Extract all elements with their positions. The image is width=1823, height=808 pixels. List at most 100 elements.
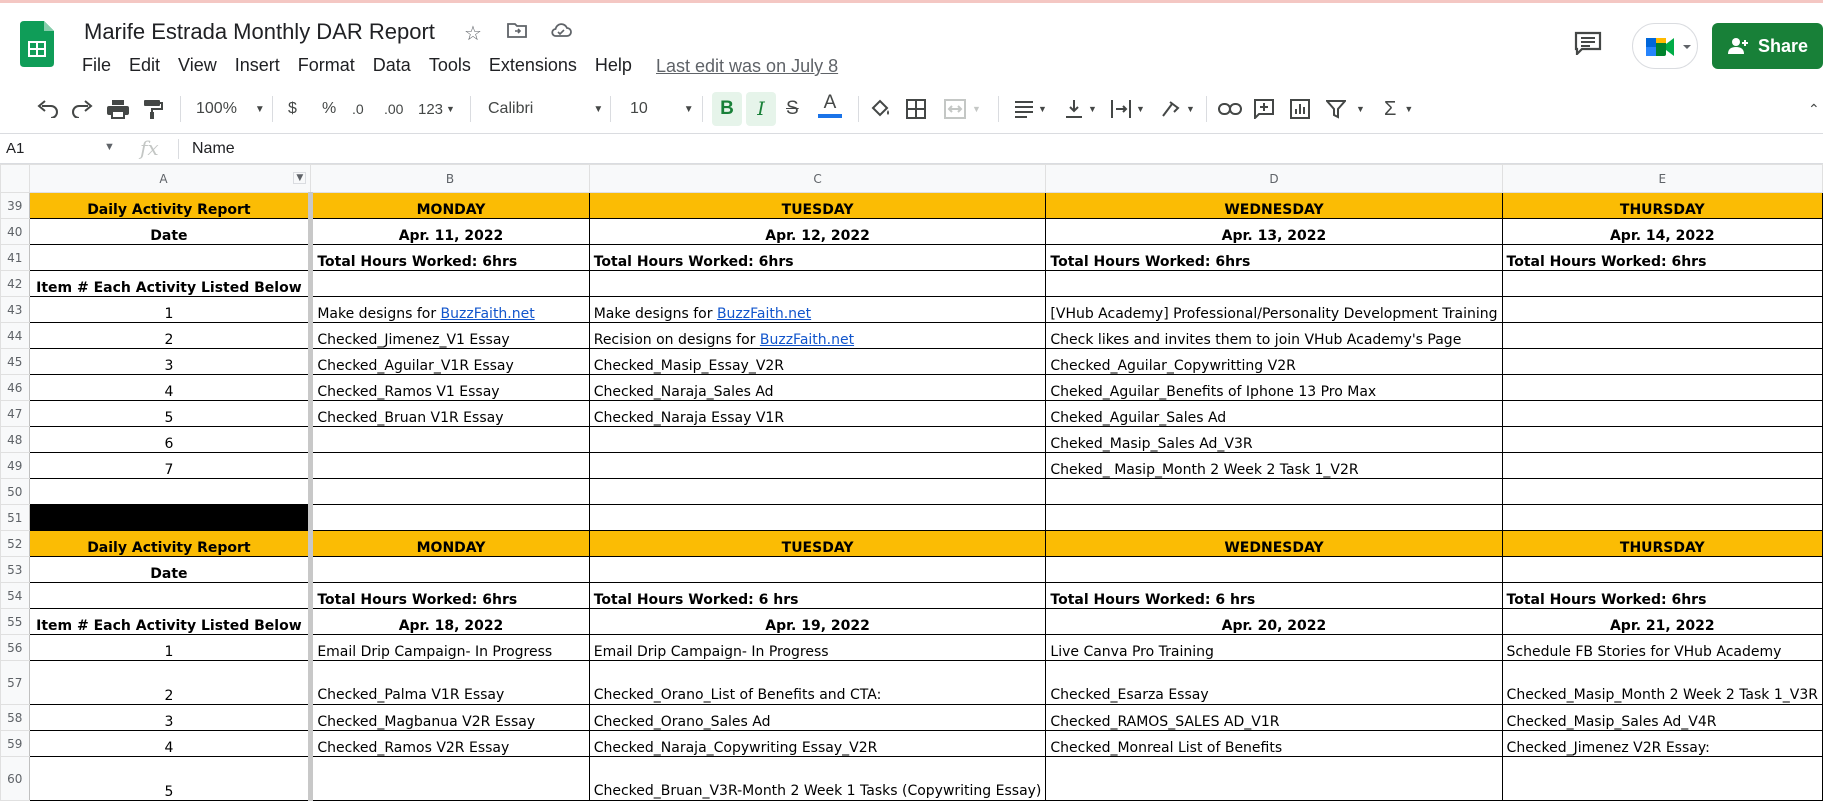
cell-e[interactable]: Apr. 14, 2022: [1501, 218, 1823, 245]
insert-chart-icon[interactable]: [1290, 97, 1310, 121]
cell-c[interactable]: TUESDAY: [588, 530, 1047, 557]
cell-b[interactable]: [310, 452, 590, 479]
cell-b[interactable]: [310, 270, 590, 297]
cell-e[interactable]: [1501, 374, 1823, 401]
menu-extensions[interactable]: Extensions: [480, 55, 586, 76]
cell-c[interactable]: [588, 478, 1047, 505]
cell-c[interactable]: Checked_Masip_Essay_V2R: [588, 348, 1047, 375]
column-header-c[interactable]: C: [588, 164, 1047, 193]
text-color-button[interactable]: A: [818, 92, 842, 124]
cell-e[interactable]: Schedule FB Stories for VHub Academy: [1501, 634, 1823, 661]
fill-color-icon[interactable]: [870, 97, 892, 121]
cell-d[interactable]: Checked_Esarza Essay: [1045, 660, 1503, 705]
row-header[interactable]: 40: [0, 218, 30, 245]
row-header[interactable]: 58: [0, 704, 30, 731]
row-header[interactable]: 50: [0, 478, 30, 505]
chevron-down-icon[interactable]: ▼: [104, 141, 115, 153]
row-header[interactable]: 47: [0, 400, 30, 427]
cell-a[interactable]: Daily Activity Report: [28, 530, 314, 557]
cell-d[interactable]: Cheked_Masip_Sales Ad_V3R: [1045, 426, 1503, 453]
row-header[interactable]: 60: [0, 756, 30, 801]
column-header-e[interactable]: E: [1501, 164, 1823, 193]
cell-a[interactable]: 2: [28, 322, 314, 349]
cell-a[interactable]: 6: [28, 426, 314, 453]
cell-c[interactable]: [588, 452, 1047, 479]
cell-e[interactable]: [1501, 270, 1823, 297]
increase-decimal-button[interactable]: .00: [384, 97, 403, 121]
cell-a[interactable]: 3: [28, 348, 314, 375]
cell-c[interactable]: Total Hours Worked: 6hrs: [588, 244, 1047, 271]
cell-d[interactable]: Cheked_Aguilar_Benefits of Iphone 13 Pro…: [1045, 374, 1503, 401]
currency-format-button[interactable]: $: [288, 97, 297, 121]
document-title[interactable]: Marife Estrada Monthly DAR Report: [84, 19, 435, 45]
italic-button[interactable]: I: [746, 92, 776, 126]
cell-b[interactable]: MONDAY: [310, 530, 590, 557]
cell-d[interactable]: Checked_Monreal List of Benefits: [1045, 730, 1503, 757]
cell-a[interactable]: 1: [28, 296, 314, 323]
insert-comment-icon[interactable]: [1254, 97, 1274, 121]
cell-c[interactable]: Checked_Naraja_Sales Ad: [588, 374, 1047, 401]
cell-c[interactable]: Checked_Naraja_Copywriting Essay_V2R: [588, 730, 1047, 757]
cell-b[interactable]: Apr. 18, 2022: [310, 608, 590, 635]
cell-a[interactable]: 4: [28, 374, 314, 401]
insert-link-icon[interactable]: [1218, 97, 1242, 121]
cell-c[interactable]: [588, 426, 1047, 453]
cell-c[interactable]: Email Drip Campaign- In Progress: [588, 634, 1047, 661]
cell-a[interactable]: Item # Each Activity Listed Below: [28, 270, 314, 297]
cell-e[interactable]: Checked_Jimenez V2R Essay:: [1501, 730, 1823, 757]
cell-c[interactable]: Checked_Naraja Essay V1R: [588, 400, 1047, 427]
cell-a[interactable]: 5: [28, 756, 314, 801]
filter-icon[interactable]: ▼: [1326, 97, 1365, 121]
row-header[interactable]: 55: [0, 608, 30, 635]
cell-e[interactable]: Checked_Masip_Sales Ad_V4R: [1501, 704, 1823, 731]
row-header[interactable]: 39: [0, 192, 30, 219]
formula-input[interactable]: Name: [192, 140, 235, 158]
menu-tools[interactable]: Tools: [420, 55, 480, 76]
menu-format[interactable]: Format: [289, 55, 364, 76]
cell-d[interactable]: Live Canva Pro Training: [1045, 634, 1503, 661]
row-header[interactable]: 57: [0, 660, 30, 705]
cell-a[interactable]: Daily Activity Report: [28, 192, 314, 219]
cell-b[interactable]: [310, 504, 590, 531]
row-header[interactable]: 53: [0, 556, 30, 583]
cell-a[interactable]: [28, 244, 314, 271]
row-header[interactable]: 41: [0, 244, 30, 271]
cell-a[interactable]: WEEK 4: [28, 504, 314, 531]
row-header[interactable]: 51: [0, 504, 30, 531]
menu-file[interactable]: File: [82, 55, 120, 76]
cell-d[interactable]: Total Hours Worked: 6 hrs: [1045, 582, 1503, 609]
cell-c[interactable]: Checked_Orano_Sales Ad: [588, 704, 1047, 731]
cell-e[interactable]: [1501, 556, 1823, 583]
row-header[interactable]: 42: [0, 270, 30, 297]
cell-b[interactable]: Checked_Palma V1R Essay: [310, 660, 590, 705]
cell-a[interactable]: 1: [28, 634, 314, 661]
move-folder-icon[interactable]: [506, 21, 528, 46]
cell-d[interactable]: Checked_RAMOS_SALES AD_V1R: [1045, 704, 1503, 731]
cell-c[interactable]: TUESDAY: [588, 192, 1047, 219]
decrease-decimal-button[interactable]: .0: [352, 97, 364, 121]
row-header[interactable]: 52: [0, 530, 30, 557]
cell-d[interactable]: WEDNESDAY: [1045, 192, 1503, 219]
functions-icon[interactable]: Σ ▼: [1384, 97, 1413, 121]
cell-e[interactable]: [1501, 756, 1823, 801]
borders-icon[interactable]: [906, 97, 926, 121]
cell-d[interactable]: Apr. 13, 2022: [1045, 218, 1503, 245]
cell-b[interactable]: Email Drip Campaign- In Progress: [310, 634, 590, 661]
star-icon[interactable]: ☆: [462, 21, 484, 46]
more-formats-button[interactable]: 123 ▼: [418, 97, 455, 121]
row-header[interactable]: 46: [0, 374, 30, 401]
cell-b[interactable]: Checked_Magbanua V2R Essay: [310, 704, 590, 731]
cell-b[interactable]: Total Hours Worked: 6hrs: [310, 582, 590, 609]
cell-c[interactable]: Apr. 19, 2022: [588, 608, 1047, 635]
cell-e[interactable]: THURSDAY: [1501, 192, 1823, 219]
cell-a[interactable]: 5: [28, 400, 314, 427]
cell-link[interactable]: BuzzFaith.net: [760, 332, 854, 348]
cell-d[interactable]: [1045, 270, 1503, 297]
cell-e[interactable]: Apr. 21, 2022: [1501, 608, 1823, 635]
text-rotation-icon[interactable]: ▼: [1160, 97, 1195, 121]
bold-button[interactable]: B: [712, 92, 742, 126]
select-all-corner[interactable]: [0, 164, 30, 193]
cell-d[interactable]: [VHub Academy] Professional/Personality …: [1045, 296, 1503, 323]
cell-b[interactable]: [310, 426, 590, 453]
menu-data[interactable]: Data: [364, 55, 420, 76]
